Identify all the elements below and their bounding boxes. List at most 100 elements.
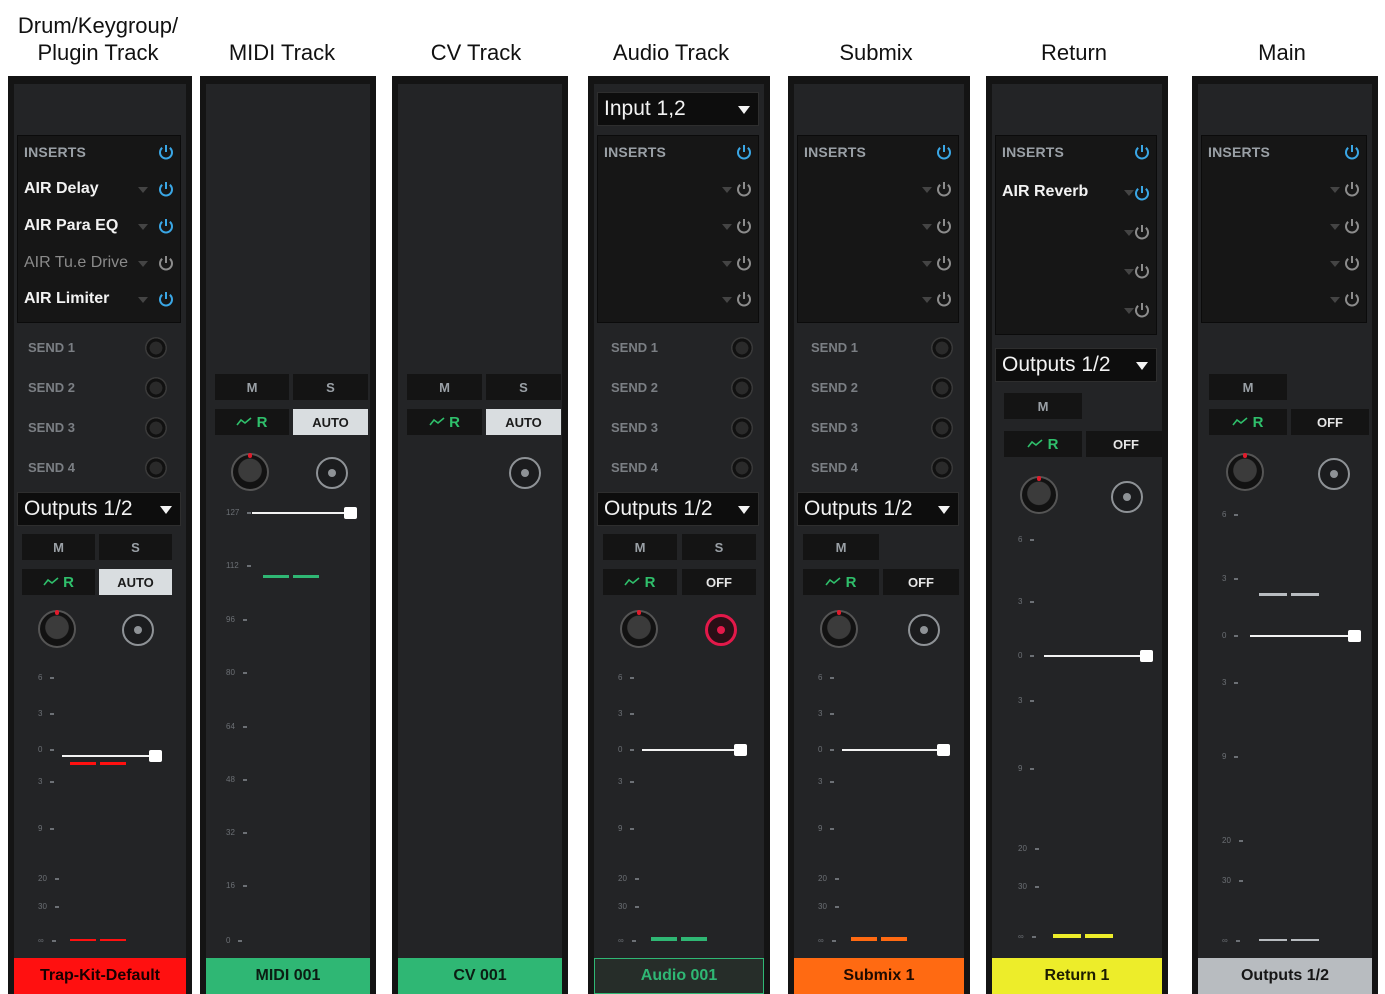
track-name-label[interactable]: Submix 1 [794, 958, 964, 994]
volume-knob[interactable] [231, 453, 269, 491]
output-select[interactable]: Outputs 1/2 [17, 492, 181, 526]
mute-button[interactable]: M [1209, 374, 1287, 400]
output-select[interactable]: Outputs 1/2 [597, 492, 759, 526]
mute-button[interactable]: M [1004, 393, 1082, 419]
chevron-down-icon[interactable] [922, 261, 932, 267]
track-name-label[interactable]: Outputs 1/2 [1198, 958, 1372, 994]
track-name-label[interactable]: Trap-Kit-Default [14, 958, 186, 994]
send-1-knob[interactable] [145, 337, 167, 359]
insert-1-power-icon[interactable] [736, 181, 752, 197]
solo-button[interactable]: S [486, 374, 561, 400]
input-select[interactable]: Input 1,2 [597, 92, 759, 126]
send-4-knob[interactable] [145, 457, 167, 479]
output-select[interactable]: Outputs 1/2 [797, 492, 959, 526]
volume-knob[interactable] [38, 610, 76, 648]
volume-knob[interactable] [820, 610, 858, 648]
automation-read-button[interactable]: R [1209, 409, 1287, 435]
insert-3-power-icon[interactable] [1134, 263, 1150, 279]
automation-read-button[interactable]: R [407, 409, 482, 435]
track-name-label[interactable]: MIDI 001 [206, 958, 370, 994]
volume-fader-handle[interactable] [1140, 650, 1153, 662]
chevron-down-icon[interactable] [722, 224, 732, 230]
insert-4-power-icon[interactable] [936, 291, 952, 307]
pan-knob[interactable] [316, 457, 348, 489]
chevron-down-icon[interactable] [1330, 261, 1340, 267]
insert-4-power-icon[interactable] [1344, 291, 1360, 307]
track-name-label[interactable]: Audio 001 [594, 958, 764, 994]
chevron-down-icon[interactable] [722, 297, 732, 303]
send-3-knob[interactable] [145, 417, 167, 439]
chevron-down-icon[interactable] [138, 224, 148, 230]
inserts-power-icon[interactable] [158, 144, 174, 160]
volume-fader-handle[interactable] [734, 744, 747, 756]
send-2-knob[interactable] [931, 377, 953, 399]
automation-mode-button[interactable]: AUTO [486, 409, 561, 435]
chevron-down-icon[interactable] [1124, 190, 1134, 196]
send-4-knob[interactable] [931, 457, 953, 479]
volume-fader-handle[interactable] [1348, 630, 1361, 642]
chevron-down-icon[interactable] [138, 297, 148, 303]
insert-4-power-icon[interactable] [1134, 302, 1150, 318]
chevron-down-icon[interactable] [138, 261, 148, 267]
send-1-knob[interactable] [931, 337, 953, 359]
insert-2-power-icon[interactable] [1344, 218, 1360, 234]
insert-2-power-icon[interactable] [736, 218, 752, 234]
chevron-down-icon[interactable] [922, 187, 932, 193]
send-4-knob[interactable] [731, 457, 753, 479]
pan-knob[interactable] [509, 457, 541, 489]
pan-knob[interactable] [908, 614, 940, 646]
solo-button[interactable]: S [99, 534, 172, 560]
insert-3-power-icon[interactable] [158, 255, 174, 271]
insert-2-power-icon[interactable] [158, 218, 174, 234]
automation-mode-button[interactable]: AUTO [99, 569, 172, 595]
output-select[interactable]: Outputs 1/2 [995, 348, 1157, 382]
send-3-knob[interactable] [931, 417, 953, 439]
pan-knob[interactable] [122, 614, 154, 646]
automation-read-button[interactable]: R [803, 569, 879, 595]
insert-1-power-icon[interactable] [936, 181, 952, 197]
chevron-down-icon[interactable] [922, 224, 932, 230]
chevron-down-icon[interactable] [722, 261, 732, 267]
mute-button[interactable]: M [407, 374, 482, 400]
track-name-label[interactable]: Return 1 [992, 958, 1162, 994]
automation-mode-button[interactable]: OFF [883, 569, 959, 595]
volume-knob[interactable] [1020, 476, 1058, 514]
insert-1-power-icon[interactable] [158, 181, 174, 197]
volume-fader-handle[interactable] [937, 744, 950, 756]
automation-read-button[interactable]: R [22, 569, 95, 595]
pan-knob[interactable] [1111, 481, 1143, 513]
insert-4-power-icon[interactable] [736, 291, 752, 307]
automation-mode-button[interactable]: OFF [1291, 409, 1369, 435]
chevron-down-icon[interactable] [1124, 269, 1134, 275]
insert-1-power-icon[interactable] [1134, 185, 1150, 201]
insert-3-power-icon[interactable] [1344, 255, 1360, 271]
insert-3-power-icon[interactable] [736, 255, 752, 271]
automation-mode-button[interactable]: AUTO [293, 409, 368, 435]
velocity-fader-handle[interactable] [344, 507, 357, 519]
solo-button[interactable]: S [293, 374, 368, 400]
volume-knob[interactable] [1226, 453, 1264, 491]
insert-slot-1[interactable]: AIR Delay [24, 180, 99, 198]
insert-2-power-icon[interactable] [936, 218, 952, 234]
send-1-knob[interactable] [731, 337, 753, 359]
solo-button[interactable]: S [682, 534, 756, 560]
volume-knob[interactable] [620, 610, 658, 648]
mute-button[interactable]: M [803, 534, 879, 560]
send-3-knob[interactable] [731, 417, 753, 439]
chevron-down-icon[interactable] [138, 187, 148, 193]
insert-3-power-icon[interactable] [936, 255, 952, 271]
track-name-label[interactable]: CV 001 [398, 958, 562, 994]
pan-knob[interactable] [1318, 458, 1350, 490]
chevron-down-icon[interactable] [1330, 297, 1340, 303]
inserts-power-icon[interactable] [736, 144, 752, 160]
send-2-knob[interactable] [145, 377, 167, 399]
inserts-power-icon[interactable] [936, 144, 952, 160]
automation-mode-button[interactable]: OFF [1086, 431, 1166, 457]
mute-button[interactable]: M [22, 534, 95, 560]
chevron-down-icon[interactable] [1330, 187, 1340, 193]
automation-mode-button[interactable]: OFF [682, 569, 756, 595]
insert-4-power-icon[interactable] [158, 291, 174, 307]
send-2-knob[interactable] [731, 377, 753, 399]
chevron-down-icon[interactable] [1124, 308, 1134, 314]
chevron-down-icon[interactable] [922, 297, 932, 303]
